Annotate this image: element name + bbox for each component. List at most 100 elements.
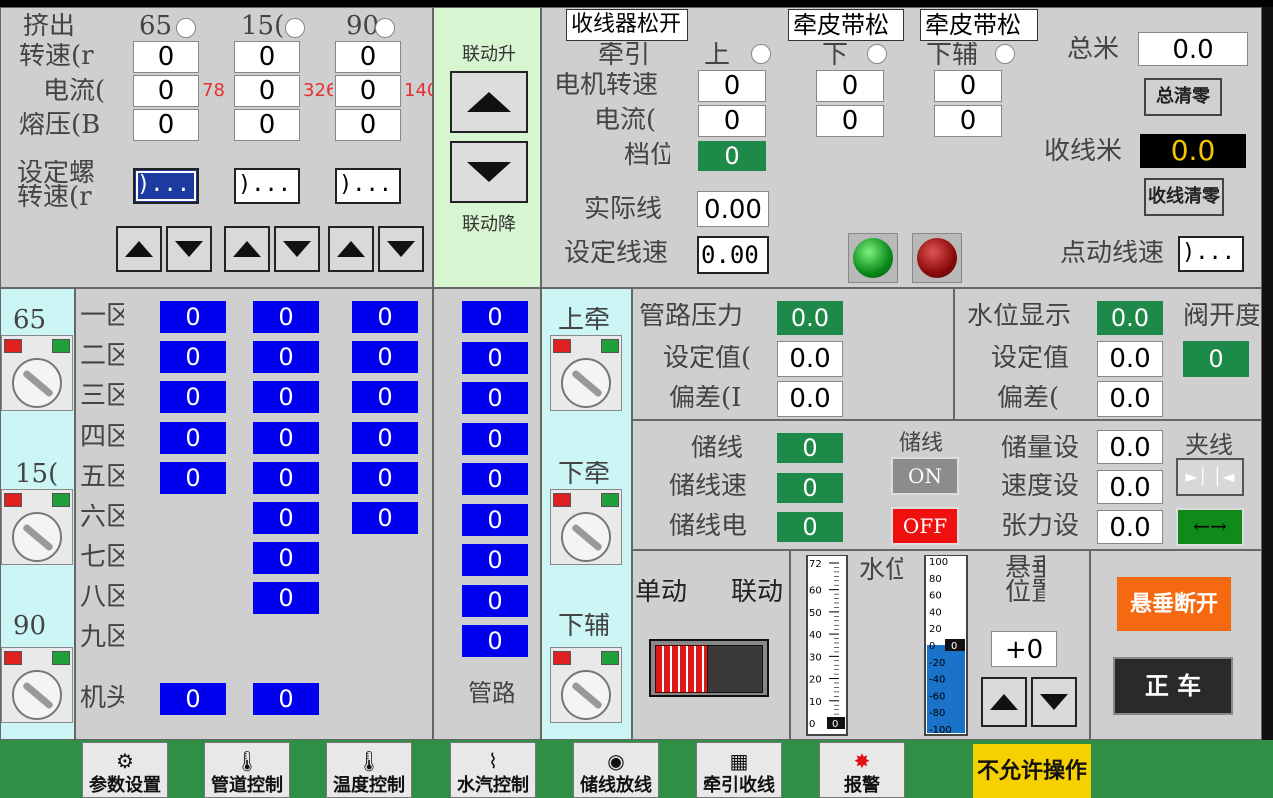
clamp-close-icon: ►│ │◄ — [1185, 467, 1235, 486]
storage-title: 储线 — [899, 431, 944, 456]
water-level-value: 0.0 — [1097, 301, 1163, 335]
storage-on-button[interactable]: ON — [891, 457, 959, 495]
speed-150-up-button[interactable] — [224, 226, 270, 272]
tab-parameter-settings[interactable]: ⚙ 参数设置 — [82, 742, 168, 798]
gauge-tick-label: 20 — [809, 675, 822, 686]
storage-tension-value[interactable]: 0.0 — [1097, 510, 1163, 544]
storage-elec-value: 0 — [777, 512, 843, 542]
down-indicator — [867, 44, 887, 64]
set-speed-150-input[interactable]: )... — [234, 168, 300, 204]
switch-down-label: 下牵 — [558, 461, 611, 487]
belt-release-tag-2[interactable]: 牵皮带松 — [920, 9, 1038, 41]
storage-speed-set-value[interactable]: 0.0 — [1097, 470, 1163, 504]
pipe-zone-value: 0 — [462, 463, 528, 495]
hang-down-button[interactable] — [1031, 677, 1077, 727]
pipe-zone-value: 0 — [462, 382, 528, 414]
tab-traction-takeup[interactable]: ▦ 牵引收线 — [696, 742, 782, 798]
storage-amount-value[interactable]: 0.0 — [1097, 430, 1163, 464]
current-90: 0 — [335, 75, 401, 107]
water-set-value[interactable]: 0.0 — [1097, 341, 1163, 377]
tab-water-control[interactable]: ⌇ 水汽控制 — [450, 742, 536, 798]
set-line-speed-input[interactable]: 0.00 — [697, 236, 769, 274]
forward-button[interactable]: 正 车 — [1113, 657, 1233, 715]
clamp-close-button[interactable]: ►│ │◄ — [1176, 458, 1244, 496]
speed-90: 0 — [335, 41, 401, 73]
motor-up: 0 — [698, 70, 766, 102]
mode-toggle[interactable] — [649, 639, 769, 697]
water-level-label: 水位显示 — [967, 303, 1072, 329]
hang-up-button[interactable] — [981, 677, 1027, 727]
zone-value: 0 — [253, 422, 319, 454]
switch-down-traction[interactable] — [550, 489, 622, 565]
motor-aux: 0 — [934, 70, 1002, 102]
actual-speed-value: 0.00 — [697, 191, 769, 227]
pipe-zones-panel: 管路 0 0 0 0 0 0 0 0 0 — [433, 288, 541, 740]
rotary-knob-icon — [561, 670, 611, 720]
speed-90-up-button[interactable] — [328, 226, 374, 272]
speed-65-up-button[interactable] — [116, 226, 162, 272]
hang-break-button[interactable]: 悬垂断开 — [1115, 575, 1233, 633]
col-150-indicator — [285, 18, 305, 38]
current-150-red: 326 — [303, 80, 333, 101]
operation-not-allowed-banner: 不允许操作 — [973, 744, 1091, 798]
tab-storage-payoff[interactable]: ◉ 储线放线 — [573, 742, 659, 798]
speed-150-down-button[interactable] — [274, 226, 320, 272]
right-edge-strip — [1262, 7, 1273, 740]
storage-amount-label: 储量设 — [1001, 435, 1080, 461]
switch-150[interactable] — [1, 489, 73, 565]
zone-value: 0 — [253, 502, 319, 534]
jog-speed-input[interactable]: )... — [1178, 236, 1244, 272]
thermometer-icon: 🌡 — [234, 749, 260, 773]
tab-alarm[interactable]: ✸ 报警 — [819, 742, 905, 798]
switch-aux-traction[interactable] — [550, 647, 622, 723]
down-arrow-icon — [283, 241, 311, 257]
water-level-gauge: 72 60 50 40 30 20 10 0 0 — [806, 555, 848, 736]
traction-current-down: 0 — [816, 105, 884, 137]
melt-label: 熔压(B — [19, 112, 101, 138]
pipe-icon: ⌇ — [488, 749, 498, 773]
zone-label: 四区 — [80, 424, 124, 450]
take-up-release-tag[interactable]: 收线器松开 — [566, 9, 688, 41]
single-mode-label: 单动 — [635, 579, 688, 605]
col-65-indicator — [176, 18, 196, 38]
link-up-button[interactable] — [450, 71, 528, 133]
switch-65[interactable] — [1, 335, 73, 411]
tab-temperature-control[interactable]: 🌡 温度控制 — [326, 742, 412, 798]
switch-up-traction[interactable] — [550, 335, 622, 411]
thermometer-icon: 🌡 — [356, 749, 382, 773]
switch-90[interactable] — [1, 647, 73, 723]
link-down-label: 联动降 — [462, 214, 516, 235]
current-150: 0 — [234, 75, 300, 107]
storage-off-button[interactable]: OFF — [891, 507, 959, 545]
zone-value: 0 — [160, 341, 226, 373]
clear-total-button[interactable]: 总清零 — [1144, 78, 1222, 116]
speed-65-down-button[interactable] — [166, 226, 212, 272]
speed-150: 0 — [234, 41, 300, 73]
storage-speed-set-label: 速度设 — [1001, 473, 1080, 499]
gauge-tick-label: -20 — [929, 658, 945, 669]
zone-value: 0 — [352, 301, 418, 333]
belt-release-tag-1[interactable]: 牵皮带松 — [788, 9, 904, 41]
set-speed-90-input[interactable]: )... — [335, 168, 401, 204]
tab-pipe-control[interactable]: 🌡 管道控制 — [204, 742, 290, 798]
extrude-title: 挤出 — [23, 13, 76, 39]
set-line-speed-label: 设定线速 — [564, 240, 669, 266]
clear-take-up-button[interactable]: 收线清零 — [1144, 178, 1224, 216]
current-90-red: 140 — [404, 80, 434, 101]
col-90-indicator — [375, 18, 395, 38]
traction-col-aux: 下辅 — [926, 42, 979, 68]
switch-150-label: 15( — [15, 461, 59, 487]
motor-speed-label: 电机转速 — [554, 72, 659, 98]
clamp-open-button[interactable]: ←→ — [1176, 508, 1244, 546]
set-speed-65-input[interactable]: )... — [133, 168, 199, 204]
spool-icon: ◉ — [607, 749, 625, 773]
pipe-zone-value: 0 — [462, 301, 528, 333]
speed-90-down-button[interactable] — [378, 226, 424, 272]
pipe-set-value[interactable]: 0.0 — [777, 341, 843, 377]
total-meter-value: 0.0 — [1138, 32, 1248, 66]
gauge-tick-label: 40 — [809, 630, 822, 641]
down-arrow-icon — [175, 241, 203, 257]
link-down-button[interactable] — [450, 141, 528, 203]
zone-value: 0 — [160, 683, 226, 715]
link-up-label: 联动升 — [462, 44, 516, 65]
